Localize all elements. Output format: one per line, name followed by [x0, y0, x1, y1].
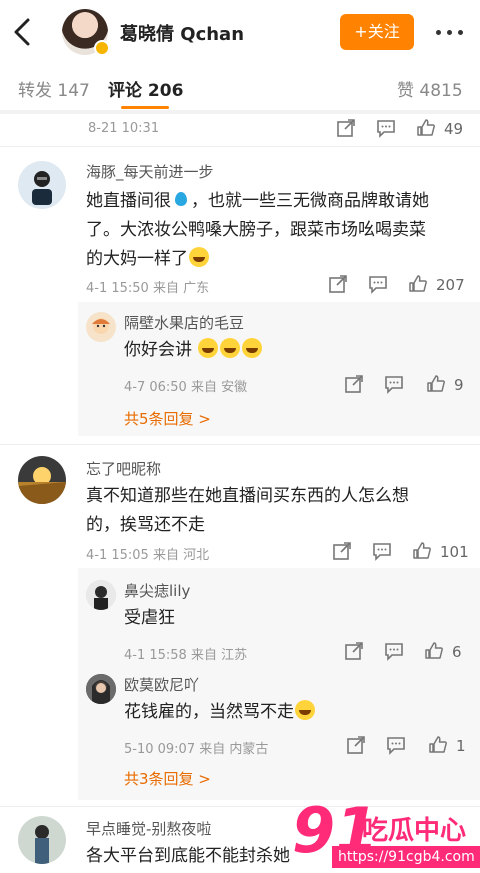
like-count: 1: [456, 737, 466, 755]
comment-icon[interactable]: [376, 118, 396, 142]
reply-text: 花钱雇的，当然骂不走: [124, 698, 316, 727]
laugh-cry-emoji-icon: [189, 247, 209, 267]
laugh-cry-emoji-icon: [295, 700, 315, 720]
active-tab-indicator: [121, 106, 169, 109]
comment-text: 真不知道那些在她直播间买东西的人怎么想 的，挨骂还不走: [86, 482, 466, 540]
watermark-logo: 91 吃瓜中心 https://91cgb4.com: [292, 794, 480, 873]
comment-text: 她直播间很 ，也就一些三无微商品牌敢请她 了。大浓妆公鸭嗓大膀子，跟菜市场吆喝卖菜…: [86, 187, 466, 274]
comment-line: 真不知道那些在她直播间买东西的人怎么想: [86, 486, 409, 506]
author-name[interactable]: 葛晓倩 Qchan: [120, 20, 244, 46]
reply-meta: 5-10 09:07 来自 内蒙古: [124, 742, 269, 757]
like-count: 49: [444, 120, 464, 138]
like-count: 101: [440, 543, 469, 561]
share-icon[interactable]: [344, 641, 364, 665]
like-count: 9: [454, 376, 464, 394]
like-icon[interactable]: [428, 735, 448, 759]
top-bar: 葛晓倩 Qchan +关注: [0, 0, 480, 64]
watermark-text: 吃瓜中心: [362, 816, 467, 846]
reply-avatar[interactable]: [86, 312, 116, 342]
comment-icon[interactable]: [384, 641, 404, 665]
like-icon[interactable]: [426, 374, 446, 398]
reply-text-content: 花钱雇的，当然骂不走: [124, 702, 294, 722]
commenter-name[interactable]: 海豚_每天前进一步: [86, 161, 214, 182]
more-options-icon[interactable]: [434, 22, 466, 42]
laugh-cry-emoji-icon: [220, 338, 241, 358]
reply-avatar[interactable]: [86, 580, 116, 610]
comment-icon[interactable]: [384, 374, 404, 398]
reply-text: 受虐狂: [124, 608, 175, 628]
reply-block: 隔壁水果店的毛豆 你好会讲 4-7 06:50 来自 安徽 9 共5条回复 >: [78, 302, 480, 436]
comment-time: 8-21 10:31: [88, 121, 160, 136]
view-more-replies-link[interactable]: 共3条回复 >: [124, 768, 211, 789]
like-icon[interactable]: [424, 641, 444, 665]
share-icon[interactable]: [346, 735, 366, 759]
commenter-name[interactable]: 忘了吧昵称: [86, 458, 161, 479]
comment-text: 各大平台到底能不能封杀她: [86, 846, 290, 866]
commenter-avatar[interactable]: [18, 456, 66, 504]
share-icon[interactable]: [332, 541, 352, 565]
tab-bar: 转发 147 评论 206 赞 4815: [0, 64, 480, 110]
comment-line: 她直播间很: [86, 191, 171, 211]
reply-text: 你好会讲: [124, 336, 263, 365]
action-row: 207: [328, 274, 478, 298]
commenter-avatar[interactable]: [18, 161, 66, 209]
action-row: 9: [344, 374, 478, 398]
comment-meta: 4-1 15:50 来自 广东: [86, 281, 210, 296]
divider: [0, 146, 480, 147]
reply-meta: 4-1 15:58 来自 江苏: [124, 648, 248, 663]
comment-line: 的，挨骂还不走: [86, 515, 205, 535]
comment-icon[interactable]: [386, 735, 406, 759]
reply-text-content: 你好会讲: [124, 340, 192, 360]
watermark-url: https://91cgb4.com: [332, 846, 480, 868]
section-divider: [0, 110, 480, 114]
share-icon[interactable]: [328, 274, 348, 298]
commenter-name[interactable]: 早点睡觉-别熬夜啦: [86, 818, 211, 839]
like-icon[interactable]: [412, 541, 432, 565]
like-count: 6: [452, 643, 462, 661]
comment-icon[interactable]: [368, 274, 388, 298]
reply-user-name[interactable]: 欧莫欧尼吖: [124, 674, 199, 695]
sweat-drop-emoji-icon: [171, 189, 191, 209]
verified-badge-icon: [94, 40, 110, 56]
like-icon[interactable]: [416, 118, 436, 142]
view-more-replies-link[interactable]: 共5条回复 >: [124, 408, 211, 429]
reply-user-name[interactable]: 鼻尖痣lily: [124, 580, 190, 601]
tab-likes[interactable]: 赞 4815: [397, 76, 463, 101]
follow-button[interactable]: +关注: [340, 14, 414, 50]
action-row: 49: [336, 118, 476, 142]
reply-meta: 4-7 06:50 来自 安徽: [124, 380, 248, 395]
laugh-cry-emoji-icon: [198, 338, 219, 358]
tab-repost[interactable]: 转发 147: [18, 76, 90, 101]
comment-line: ，也就一些三无微商品牌敢请她: [191, 191, 429, 211]
divider: [0, 444, 480, 445]
comment-meta: 4-1 15:05 来自 河北: [86, 548, 210, 563]
share-icon[interactable]: [336, 118, 356, 142]
share-icon[interactable]: [344, 374, 364, 398]
comment-icon[interactable]: [372, 541, 392, 565]
comment-line: 了。大浓妆公鸭嗓大膀子，跟菜市场吆喝卖菜: [86, 220, 426, 240]
tab-comments[interactable]: 评论 206: [108, 76, 183, 101]
like-icon[interactable]: [408, 274, 428, 298]
commenter-avatar[interactable]: [18, 816, 66, 864]
reply-avatar[interactable]: [86, 674, 116, 704]
reply-user-name[interactable]: 隔壁水果店的毛豆: [124, 312, 244, 333]
reply-block: 鼻尖痣lily 受虐狂 4-1 15:58 来自 江苏 6 欧莫欧尼吖 花钱雇的…: [78, 568, 480, 800]
like-count: 207: [436, 276, 465, 294]
laugh-cry-emoji-icon: [242, 338, 263, 358]
action-row: 101: [332, 541, 478, 565]
action-row: 1: [346, 735, 478, 759]
comment-line: 的大妈一样了: [86, 249, 188, 269]
back-arrow-icon[interactable]: [10, 14, 36, 50]
action-row: 6: [344, 641, 478, 665]
